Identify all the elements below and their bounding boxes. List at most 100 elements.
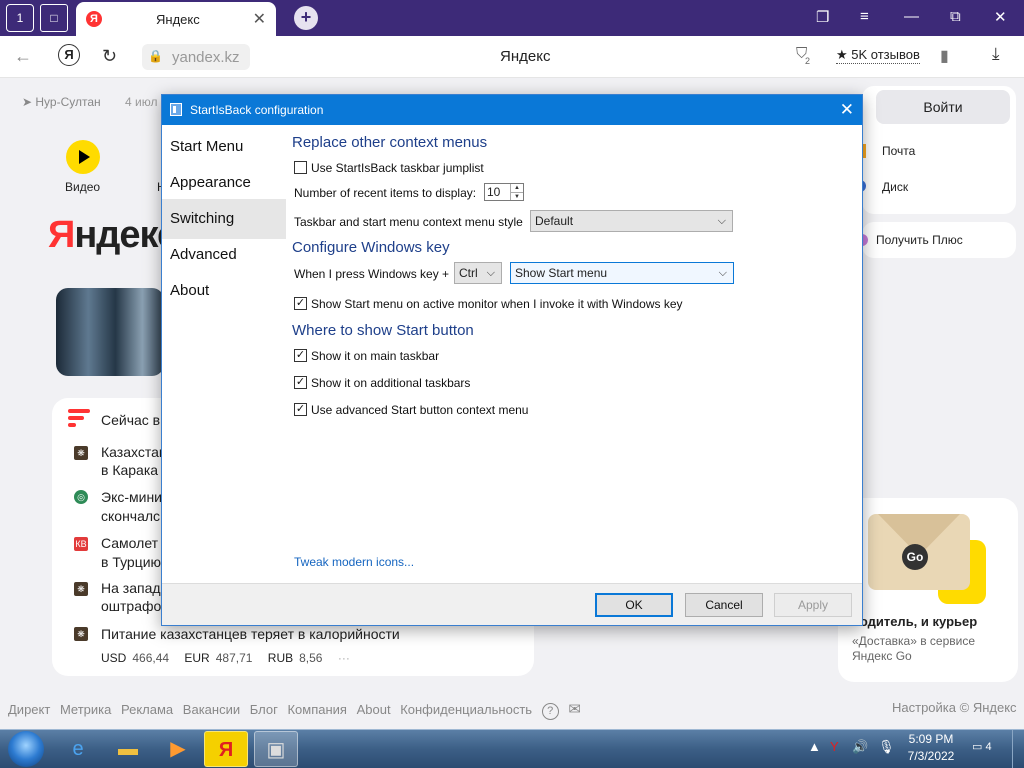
tweak-modern-icons-link[interactable]: Tweak modern icons... [294,555,414,569]
news-item[interactable]: Экс-мини [101,489,162,505]
video-label[interactable]: Видео [65,180,100,194]
close-window-icon[interactable]: ✕ [994,8,1007,26]
disk-link[interactable]: Диск [882,180,908,194]
news-item-cont[interactable]: скончалс [101,508,160,524]
more-icon: ··· [337,651,350,665]
microphone-icon[interactable]: 🎙 [878,739,895,755]
media-player-icon[interactable]: ▶ [156,731,200,767]
url-text: yandex.kz [172,49,240,66]
yandex-logo: Яндекс [48,214,178,256]
footer-right: Настройка © Яндекс [892,700,1017,715]
show-desktop-button[interactable] [1012,730,1024,768]
promo-text: «Доставка» в сервисе [852,634,976,648]
clock-time[interactable]: 5:09 PM [906,732,956,746]
volume-icon[interactable]: 🔊 [852,739,868,755]
currency-rates[interactable]: USD 466,44 EUR 487,71 RUB 8,56 ··· [101,651,350,665]
browser-tab[interactable]: Я Яндекс ✕ [76,2,276,36]
yandex-browser-taskbar-icon[interactable]: Я [204,731,248,767]
apply-button[interactable]: Apply [774,593,852,617]
news-item[interactable]: Казахстан [101,444,167,460]
reload-icon[interactable]: ↻ [102,46,117,67]
bookmarks-panel-icon[interactable]: ❐ [816,8,829,26]
recent-items-spinner[interactable]: 10 ▲ ▼ [484,183,524,201]
spin-up-icon[interactable]: ▲ [510,184,523,192]
news-item-cont[interactable]: оштрафо [101,598,161,614]
reviews-link[interactable]: ★ 5K отзывов [836,47,920,64]
ok-button[interactable]: OK [595,593,673,617]
new-tab-icon[interactable]: + [294,6,318,30]
footer-link[interactable]: Метрика [60,702,111,717]
folder-icon[interactable]: □ [40,4,68,32]
nav-switching[interactable]: Switching [162,199,286,239]
checkbox-box[interactable]: ✓ [294,403,307,416]
tab-title: Яндекс [156,12,200,27]
promo-text: Яндекс Go [852,649,912,663]
context-style-select[interactable]: Default ⌵ [530,210,733,232]
explorer-folder-icon[interactable]: ▬ [106,731,150,767]
dialog-title: StartIsBack configuration [190,103,324,117]
spin-down-icon[interactable]: ▼ [510,192,523,200]
startisback-taskbar-icon[interactable]: ▣ [254,731,298,767]
services-card [862,130,1016,214]
footer-link[interactable]: Блог [250,702,278,717]
yandex-button-icon[interactable]: Я [58,44,80,66]
video-play-icon[interactable] [66,140,100,174]
tab-close-icon[interactable]: ✕ [253,9,266,29]
yandex-tray-icon[interactable]: Y [830,739,839,754]
news-item[interactable]: Самолет [101,535,158,551]
dialog-close-icon[interactable]: ✕ [840,100,854,120]
mail-link[interactable]: Почта [882,144,915,158]
news-item[interactable]: Питание казахстанцев теряет в калорийнос… [101,626,400,642]
footer-link[interactable]: About [357,702,391,717]
settings-link[interactable]: Настройка [892,700,956,715]
checkbox-box[interactable]: ✓ [294,376,307,389]
start-button-icon[interactable] [8,731,44,767]
minimize-icon[interactable]: — [904,8,919,25]
download-icon[interactable]: ⤓ [992,44,1000,64]
nav-start-menu[interactable]: Start Menu [162,127,286,167]
footer-links: Директ Метрика Реклама Вакансии Блог Ком… [8,700,587,720]
feedback-mail-icon[interactable]: ✉ [568,701,581,718]
bookmark-icon[interactable]: ▮ [940,46,949,66]
winkey-modifier-select[interactable]: Ctrl ⌵ [454,262,502,284]
clock-date[interactable]: 7/3/2022 [906,749,956,763]
menu-icon[interactable]: ≡ [860,8,869,25]
tab-manager-icon[interactable]: 1 [6,4,34,32]
news-source-icon: ❋ [74,627,88,641]
footer-link[interactable]: Директ [8,702,50,717]
copyright: © Яндекс [959,700,1017,715]
dialog-titlebar[interactable]: StartIsBack configuration ✕ [162,95,862,125]
news-item[interactable]: На запад [101,580,161,596]
date-text: 4 июл [125,95,158,109]
restore-icon[interactable]: ⧉ [950,8,961,25]
notifications-icon[interactable]: ▭ 4 [972,740,994,760]
footer-link[interactable]: Вакансии [183,702,240,717]
internet-explorer-icon[interactable]: e [56,731,100,767]
nav-appearance[interactable]: Appearance [162,163,286,203]
nav-advanced[interactable]: Advanced [162,235,286,275]
help-icon[interactable]: ? [541,703,559,720]
city-location[interactable]: ➤ Нур-Султан [22,95,101,109]
checkbox-box[interactable]: ✓ [294,297,307,310]
login-button[interactable]: Войти [876,90,1010,124]
plus-link[interactable]: Получить Плюс [876,233,963,247]
nav-about[interactable]: About [162,271,286,311]
checkbox-box[interactable]: ✓ [294,349,307,362]
footer-link[interactable]: Реклама [121,702,173,717]
section-heading-context-menus: Replace other context menus [292,134,488,151]
winkey-action-select[interactable]: Show Start menu ⌵ [510,262,734,284]
windows-taskbar [0,729,1024,768]
news-item-cont[interactable]: в Карака [101,462,158,478]
cancel-button[interactable]: Cancel [685,593,763,617]
footer-link[interactable]: Компания [287,702,347,717]
back-icon[interactable]: ← [14,46,32,67]
dialog-button-bar: OK Cancel Apply [162,583,862,625]
news-image[interactable] [56,288,164,376]
news-item-cont[interactable]: в Турцию [101,554,161,570]
footer-link[interactable]: Конфиденциальность [400,702,532,717]
section-heading-start-button: Where to show Start button [292,322,474,339]
checkbox-box[interactable] [294,161,307,174]
url-field[interactable]: 🔒 yandex.kz [142,44,250,70]
tray-expand-icon[interactable]: ▲ [808,739,821,754]
recent-items-value[interactable]: 10 [487,185,500,199]
